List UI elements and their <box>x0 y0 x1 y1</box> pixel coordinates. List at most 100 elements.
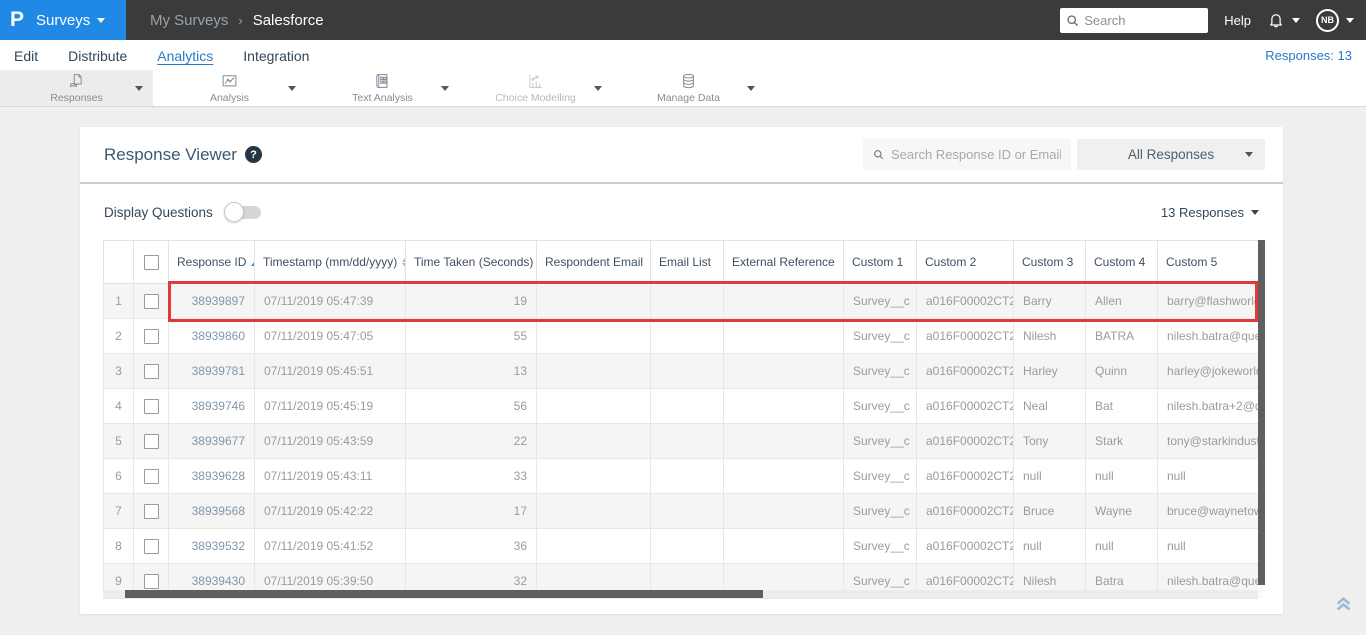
tab-edit[interactable]: Edit <box>14 46 38 64</box>
cell-custom_3: null <box>1013 458 1086 494</box>
breadcrumb-my-surveys[interactable]: My Surveys <box>150 12 228 29</box>
analytics-toolbar: Responses Analysis Text Analysis Choice … <box>0 70 1366 107</box>
row-checkbox[interactable] <box>143 293 159 309</box>
col-header-response_id[interactable]: Response ID <box>168 240 255 284</box>
horizontal-scrollbar-thumb[interactable] <box>125 590 763 598</box>
table-vertical-scrollbar[interactable] <box>1258 240 1265 598</box>
row-checkbox[interactable] <box>143 363 159 379</box>
help-circle-icon[interactable]: ? <box>244 146 262 163</box>
toolbar-item-manage-data[interactable]: Manage Data <box>612 70 765 106</box>
search-icon <box>1067 14 1079 26</box>
table-row[interactable]: 5 38939677 07/11/2019 05:43:59 22 Survey__c a… <box>103 423 1259 459</box>
row-checkbox[interactable] <box>143 398 159 414</box>
cell-response_id[interactable]: 38939897 <box>168 283 255 319</box>
cell-custom_1: Survey__c <box>843 493 917 529</box>
cell-timestamp: 07/11/2019 05:42:22 <box>254 493 406 529</box>
col-header-label: Response ID <box>177 255 247 269</box>
row-checkbox[interactable] <box>143 433 159 449</box>
all-responses-dropdown[interactable]: All Responses <box>1077 139 1265 170</box>
col-header-respondent_email[interactable]: Respondent Email <box>536 240 651 284</box>
cell-custom_2: a016F00002CT2Lc <box>916 318 1014 354</box>
toolbar-item-analysis[interactable]: Analysis <box>153 70 306 106</box>
cell-custom_3: Harley <box>1013 353 1086 389</box>
toolbar-item-choice-modelling[interactable]: Choice Modelling <box>459 70 612 106</box>
cell-time_taken: 22 <box>405 423 537 459</box>
cell-response_id[interactable]: 38939628 <box>168 458 255 494</box>
cell-custom_5: null <box>1157 528 1259 564</box>
chevron-down-icon <box>1346 17 1354 23</box>
col-header-custom_1[interactable]: Custom 1 <box>843 240 917 284</box>
col-header-time_taken[interactable]: Time Taken (Seconds) <box>405 240 537 284</box>
global-search[interactable] <box>1060 7 1209 33</box>
cell-custom_4: Stark <box>1085 423 1158 459</box>
tab-integration[interactable]: Integration <box>243 46 309 64</box>
table-row[interactable]: 8 38939532 07/11/2019 05:41:52 36 Survey__c a… <box>103 528 1259 564</box>
notifications-menu[interactable] <box>1267 11 1300 29</box>
responses-count[interactable]: Responses: 13 <box>1265 48 1352 63</box>
col-header-custom_3[interactable]: Custom 3 <box>1013 240 1086 284</box>
table-row[interactable]: 7 38939568 07/11/2019 05:42:22 17 Survey__c a… <box>103 493 1259 529</box>
row-checkbox-cell <box>133 423 169 459</box>
toolbar-item-label: Manage Data <box>656 92 721 104</box>
cell-custom_4: null <box>1085 528 1158 564</box>
responses-document-icon <box>70 74 82 87</box>
response-search[interactable] <box>863 139 1071 170</box>
cell-response_id[interactable]: 38939746 <box>168 388 255 424</box>
toolbar-item-responses[interactable]: Responses <box>0 70 153 106</box>
app-logo-menu[interactable]: P Surveys <box>0 0 126 40</box>
responses-count-dropdown[interactable]: 13 Responses <box>1161 205 1259 220</box>
col-header-external_reference[interactable]: External Reference <box>723 240 844 284</box>
row-checkbox[interactable] <box>143 538 159 554</box>
table-row[interactable]: 4 38939746 07/11/2019 05:45:19 56 Survey__c a… <box>103 388 1259 424</box>
cell-response_id[interactable]: 38939860 <box>168 318 255 354</box>
global-search-input[interactable] <box>1084 12 1200 28</box>
row-checkbox[interactable] <box>143 328 159 344</box>
cell-external_reference <box>723 423 844 459</box>
cell-time_taken: 36 <box>405 528 537 564</box>
table-horizontal-scrollbar[interactable] <box>103 590 1258 598</box>
help-link[interactable]: Help <box>1224 13 1251 28</box>
display-questions-toggle[interactable] <box>223 201 261 222</box>
table-row[interactable]: 2 38939860 07/11/2019 05:47:05 55 Survey__c a… <box>103 318 1259 354</box>
col-header-custom_5[interactable]: Custom 5 <box>1157 240 1259 284</box>
cell-external_reference <box>723 493 844 529</box>
row-checkbox[interactable] <box>143 503 159 519</box>
cell-custom_5: null <box>1157 458 1259 494</box>
responses-count-label: 13 Responses <box>1160 204 1244 220</box>
cell-external_reference <box>723 458 844 494</box>
table-row[interactable]: 3 38939781 07/11/2019 05:45:51 13 Survey__c a… <box>103 353 1259 389</box>
cell-external_reference <box>723 528 844 564</box>
cell-response_id[interactable]: 38939532 <box>168 528 255 564</box>
col-header-rownum <box>103 240 134 284</box>
table-row[interactable]: 1 38939897 07/11/2019 05:47:39 19 Survey__c a… <box>103 283 1259 319</box>
col-header-custom_4[interactable]: Custom 4 <box>1085 240 1158 284</box>
choice-modelling-icon <box>529 74 542 88</box>
cell-custom_5: nilesh.batra@ques <box>1157 318 1259 354</box>
toolbar-item-text-analysis[interactable]: Text Analysis <box>306 70 459 106</box>
col-header-timestamp[interactable]: Timestamp (mm/dd/yyyy) <box>254 240 406 284</box>
cell-email_list <box>650 493 724 529</box>
cell-custom_1: Survey__c <box>843 458 917 494</box>
col-header-email_list[interactable]: Email List <box>650 240 724 284</box>
row-checkbox[interactable] <box>143 573 159 589</box>
cell-response_id[interactable]: 38939568 <box>168 493 255 529</box>
vertical-scrollbar-thumb[interactable] <box>1258 240 1265 585</box>
response-viewer-card: Response Viewer ? All Responses Display … <box>80 127 1283 614</box>
table-row[interactable]: 6 38939628 07/11/2019 05:43:11 33 Survey__c a… <box>103 458 1259 494</box>
scroll-to-top-button[interactable] <box>1334 594 1353 618</box>
col-header-custom_2[interactable]: Custom 2 <box>916 240 1014 284</box>
breadcrumb: My Surveys › Salesforce <box>150 12 324 29</box>
row-number: 5 <box>103 423 134 459</box>
col-header-select[interactable] <box>133 240 169 284</box>
response-search-input[interactable] <box>891 147 1061 162</box>
cell-response_id[interactable]: 38939781 <box>168 353 255 389</box>
cell-response_id[interactable]: 38939677 <box>168 423 255 459</box>
tab-analytics[interactable]: Analytics <box>157 46 213 64</box>
card-header: Response Viewer ? All Responses <box>80 127 1283 184</box>
account-menu[interactable]: NB <box>1316 8 1354 32</box>
row-checkbox-cell <box>133 493 169 529</box>
row-checkbox[interactable] <box>143 468 159 484</box>
select-all-checkbox[interactable] <box>143 254 159 270</box>
tab-distribute[interactable]: Distribute <box>68 46 127 64</box>
chevron-down-icon <box>441 86 449 91</box>
